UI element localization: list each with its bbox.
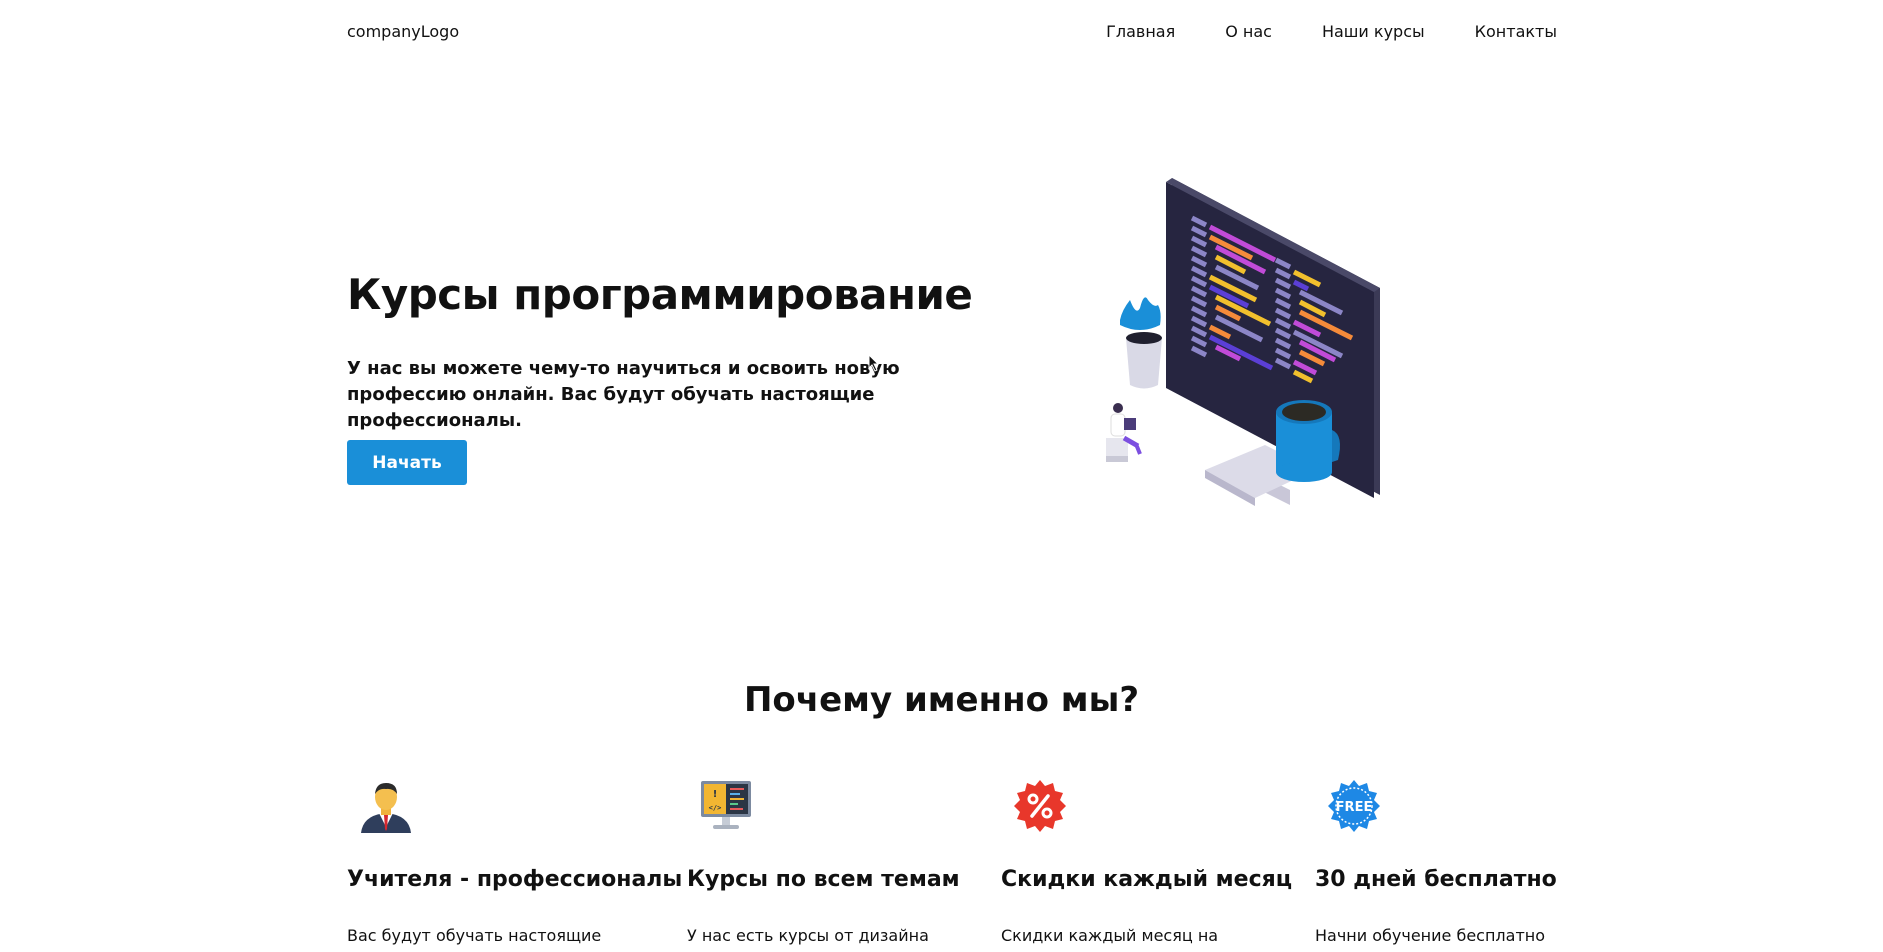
feature-text: Вас будут обучать настоящие bbox=[347, 926, 602, 945]
coffee-mug bbox=[1276, 400, 1340, 482]
nav-link-about[interactable]: О нас bbox=[1225, 22, 1272, 41]
nav-link-contacts[interactable]: Контакты bbox=[1475, 22, 1557, 41]
code-monitor-icon: ! </> bbox=[701, 781, 751, 829]
feature-title: Учителя - профессионалы bbox=[347, 867, 683, 892]
hero-description: У нас вы можете чему-то научиться и осво… bbox=[347, 358, 900, 431]
mouse-cursor-icon bbox=[868, 354, 880, 372]
feature-title: 30 дней бесплатно bbox=[1315, 867, 1557, 892]
svg-text:</>: </> bbox=[709, 804, 722, 812]
feature-text: У нас есть курсы от дизайна до bbox=[687, 926, 929, 945]
hero-title: Курсы программирование bbox=[347, 270, 973, 319]
plant-pot bbox=[1120, 297, 1162, 389]
nav-link-home[interactable]: Главная bbox=[1106, 22, 1175, 41]
start-button[interactable]: Начать bbox=[347, 440, 467, 485]
feature-title: Курсы по всем темам bbox=[687, 867, 960, 892]
teacher-icon bbox=[361, 783, 411, 833]
feature-text: Начни обучение бесплатно bbox=[1315, 926, 1546, 945]
discount-badge-icon bbox=[1014, 780, 1066, 832]
why-us-title: Почему именно мы? bbox=[743, 680, 1140, 720]
svg-text:FREE: FREE bbox=[1336, 800, 1373, 815]
person-with-laptop bbox=[1106, 403, 1142, 462]
landing-page: companyLogo Главная О нас Наши курсы Кон… bbox=[0, 0, 1883, 952]
main-nav: Главная О нас Наши курсы Контакты bbox=[1056, 22, 1557, 41]
free-badge-icon: FREE bbox=[1328, 780, 1380, 832]
feature-title: Скидки каждый месяц bbox=[1001, 867, 1293, 892]
svg-text:!: ! bbox=[713, 789, 718, 800]
feature-text: Скидки каждый месяц на разные bbox=[1001, 926, 1219, 945]
programming-illustration bbox=[1106, 178, 1380, 506]
nav-link-courses[interactable]: Наши курсы bbox=[1322, 22, 1425, 41]
header: companyLogo Главная О нас Наши курсы Кон… bbox=[347, 20, 1557, 44]
company-logo[interactable]: companyLogo bbox=[347, 22, 459, 41]
